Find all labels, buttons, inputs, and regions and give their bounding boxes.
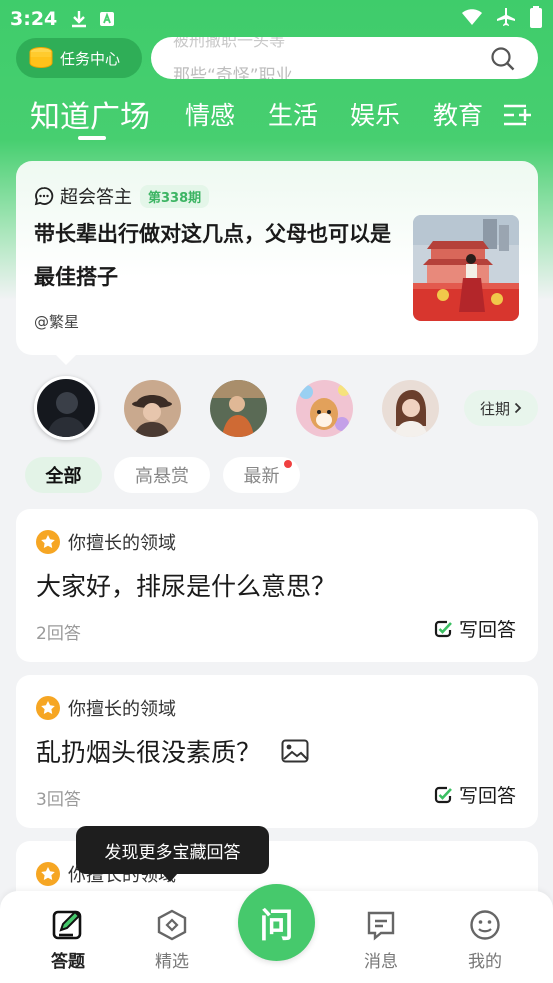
tab-active-indicator [78,136,106,140]
search-hint-scrolling: 被刑撤职一头等 [173,37,286,50]
task-center-label: 任务中心 [60,49,121,68]
nav-messages[interactable]: 消息 [341,907,421,972]
issue-badge: 第338期 [140,184,210,208]
question-domain-label: 你擅长的领域 [68,699,176,720]
answerer-avatar-row: 往期 [0,376,553,440]
filter-high-reward[interactable]: 高悬赏 [114,457,210,493]
status-time: 3:24 [10,8,58,30]
tab-life[interactable]: 生活 [268,96,318,132]
filter-newest-label: 最新 [243,466,280,487]
wifi-icon [461,8,483,30]
write-answer-button[interactable]: 写回答 [433,615,516,642]
task-center-button[interactable]: 任务中心 [16,38,142,78]
nav-answer-label: 答题 [51,952,85,972]
nav-me[interactable]: 我的 [445,907,525,972]
featured-card-pointer [54,353,78,365]
nav-messages-label: 消息 [364,952,398,972]
battery-icon [529,6,543,32]
tab-manage-icon[interactable] [502,102,532,134]
nav-me-label: 我的 [468,952,502,972]
past-issues-button[interactable]: 往期 [464,390,538,426]
star-badge-icon [36,696,60,720]
tab-emotion[interactable]: 情感 [185,96,235,132]
chevron-right-icon [514,402,522,414]
past-issues-label: 往期 [479,399,510,418]
question-card[interactable]: 你擅长的领域 乱扔烟头很没素质？ 3回答 写回答 [16,675,538,828]
question-text[interactable]: 大家好，排尿是什么意思？ [36,567,336,603]
nav-featured-label: 精选 [155,952,189,972]
category-tabs: 知道广场 情感 生活 娱乐 教育 [0,96,553,144]
question-text[interactable]: 乱扔烟头很没素质？ [36,733,309,769]
filter-all-label: 全部 [45,466,82,487]
ask-question-button[interactable]: 问 [238,884,315,961]
top-header: 任务中心 被刑撤职一头等 那些“奇怪”职业 [0,36,553,82]
question-card[interactable]: 你擅长的领域 大家好，排尿是什么意思？ 2回答 写回答 [16,509,538,662]
write-answer-label: 写回答 [458,785,516,807]
featured-shield-icon [155,907,189,943]
question-domain: 你擅长的领域 [36,695,176,721]
star-badge-icon [36,862,60,886]
image-attachment-icon [281,739,309,763]
tooltip-text: 发现更多宝藏回答 [104,842,241,863]
avatar[interactable] [210,380,267,437]
filter-all[interactable]: 全部 [25,457,102,493]
tab-square[interactable]: 知道广场 [30,92,150,136]
discover-tooltip: 发现更多宝藏回答 [76,826,269,874]
message-icon [364,907,398,943]
ask-button-label: 问 [259,906,294,946]
question-text-label: 乱扔烟头很没素质？ [36,738,262,767]
nav-featured[interactable]: 精选 [132,907,212,972]
featured-article-card[interactable]: 超会答主 第338期 带长辈出行做对这几点，父母也可以是最佳搭子 @繁星 [16,161,538,355]
avatar[interactable] [382,380,439,437]
question-text-label: 大家好，排尿是什么意思？ [36,572,337,601]
download-icon [71,10,87,28]
avatar[interactable] [296,380,353,437]
edit-check-icon [433,619,453,639]
nav-answer[interactable]: 答题 [28,907,108,972]
search-icon[interactable] [490,46,516,76]
status-bar: 3:24 [0,0,553,38]
question-domain-label: 你擅长的领域 [68,533,176,554]
avatar[interactable] [34,376,98,440]
coin-stack-icon [28,46,54,70]
tooltip-arrow [162,873,178,882]
write-answer-label: 写回答 [458,619,516,641]
search-bar[interactable]: 被刑撤职一头等 那些“奇怪”职业 [151,37,538,79]
new-badge-dot [284,460,292,468]
featured-thumbnail[interactable] [413,215,519,321]
app-notification-icon [99,11,115,27]
answer-count: 2回答 [36,624,81,644]
filter-newest[interactable]: 最新 [223,457,300,493]
featured-brand-label: 超会答主 [60,187,132,208]
answer-pen-icon [51,907,85,943]
featured-author: @繁星 [34,313,80,331]
question-domain: 你擅长的领域 [36,529,176,555]
featured-title[interactable]: 带长辈出行做对这几点，父母也可以是最佳搭子 [34,213,399,299]
edit-check-icon [433,785,453,805]
chat-bubble-icon [34,186,54,206]
airplane-mode-icon [495,7,517,31]
filter-high-reward-label: 高悬赏 [135,466,189,487]
profile-face-icon [468,907,502,943]
featured-brand: 超会答主 第338期 [34,183,210,209]
question-filter-bar: 全部 高悬赏 最新 [0,457,553,493]
star-badge-icon [36,530,60,554]
tab-entertainment[interactable]: 娱乐 [350,96,400,132]
avatar[interactable] [124,380,181,437]
answer-count: 3回答 [36,790,81,810]
write-answer-button[interactable]: 写回答 [433,781,516,808]
tab-education[interactable]: 教育 [433,96,483,132]
search-hint: 那些“奇怪”职业 [173,66,293,79]
